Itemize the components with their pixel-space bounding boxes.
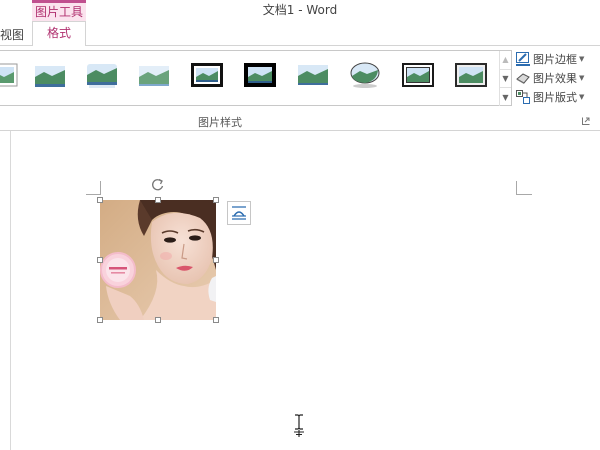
chevron-down-icon: ▼ [502,74,509,83]
photo-image [100,200,216,320]
picture-border-icon [516,52,530,66]
layout-options-icon [232,206,246,220]
picture-effects-label: 图片效果 [533,72,577,85]
resize-handle-bottom[interactable] [155,317,161,323]
picture-border-button[interactable]: 图片边框 ▼ [516,50,584,68]
picture-border-label: 图片边框 [533,53,577,66]
style-thumb-thick-black-frame[interactable] [190,61,224,89]
gallery-more-button[interactable]: ▼ [499,87,511,106]
document-canvas[interactable] [0,131,600,450]
resize-handle-top[interactable] [155,197,161,203]
crop-mark [516,181,517,195]
style-thumb-simple-frame-white[interactable] [0,61,18,89]
style-thumb-simple-frame-blue[interactable] [296,61,330,89]
resize-handle-top-right[interactable] [213,197,219,203]
picture-effects-icon [516,73,530,84]
title-bar: 文档1 - Word 图片工具 视图 格式 [0,0,600,46]
tab-view[interactable]: 视图 [0,26,24,43]
resize-handle-bottom-right[interactable] [213,317,219,323]
style-thumb-black-border[interactable] [243,61,277,89]
picture-effects-button[interactable]: 图片效果 ▼ [516,69,584,87]
picture-styles-group-label: 图片样式 [198,116,242,129]
caret-down-icon: ▼ [579,74,585,82]
tab-format[interactable]: 格式 [32,21,86,46]
page-edge [10,131,11,450]
window-title: 文档1 - Word [262,3,338,17]
style-thumb-soft-edge[interactable] [137,61,171,89]
gallery-scroll-up-button[interactable]: ▲ [499,51,511,69]
layout-options-button[interactable] [227,201,251,225]
style-thumb-double-frame-black[interactable] [401,61,435,89]
picture-layout-icon [516,90,530,104]
style-thumb-reflected-rounded[interactable] [85,61,119,89]
rotate-handle-icon[interactable] [150,177,166,193]
gallery-scroll-down-button[interactable]: ▼ [499,69,511,87]
style-thumb-oval[interactable] [348,61,382,89]
dialog-launcher-icon[interactable] [582,117,590,125]
style-thumb-metal-frame[interactable] [454,61,488,89]
resize-handle-bottom-left[interactable] [97,317,103,323]
crop-mark [100,181,101,195]
context-tab-group-picture-tools: 图片工具 [32,0,86,22]
caret-down-icon: ▼ [579,93,585,101]
more-dropdown-icon: ▼ [502,93,509,102]
picture-layout-button[interactable]: 图片版式 ▼ [516,88,584,106]
picture-styles-gallery: ▲ ▼ ▼ [0,50,512,106]
resize-handle-right[interactable] [213,257,219,263]
picture-layout-label: 图片版式 [533,91,577,104]
crop-mark [516,194,532,195]
ibeam-icon [294,414,304,437]
caret-down-icon: ▼ [579,55,585,63]
style-thumb-beveled-matte[interactable] [33,61,67,89]
ribbon: ▲ ▼ ▼ 图片边框 ▼ 图片效果 ▼ 图片版式 ▼ 图片样式 [0,45,600,131]
chevron-up-icon: ▲ [502,55,509,64]
selected-picture[interactable] [97,197,219,323]
resize-handle-left[interactable] [97,257,103,263]
resize-handle-top-left[interactable] [97,197,103,203]
crop-mark [86,194,101,195]
